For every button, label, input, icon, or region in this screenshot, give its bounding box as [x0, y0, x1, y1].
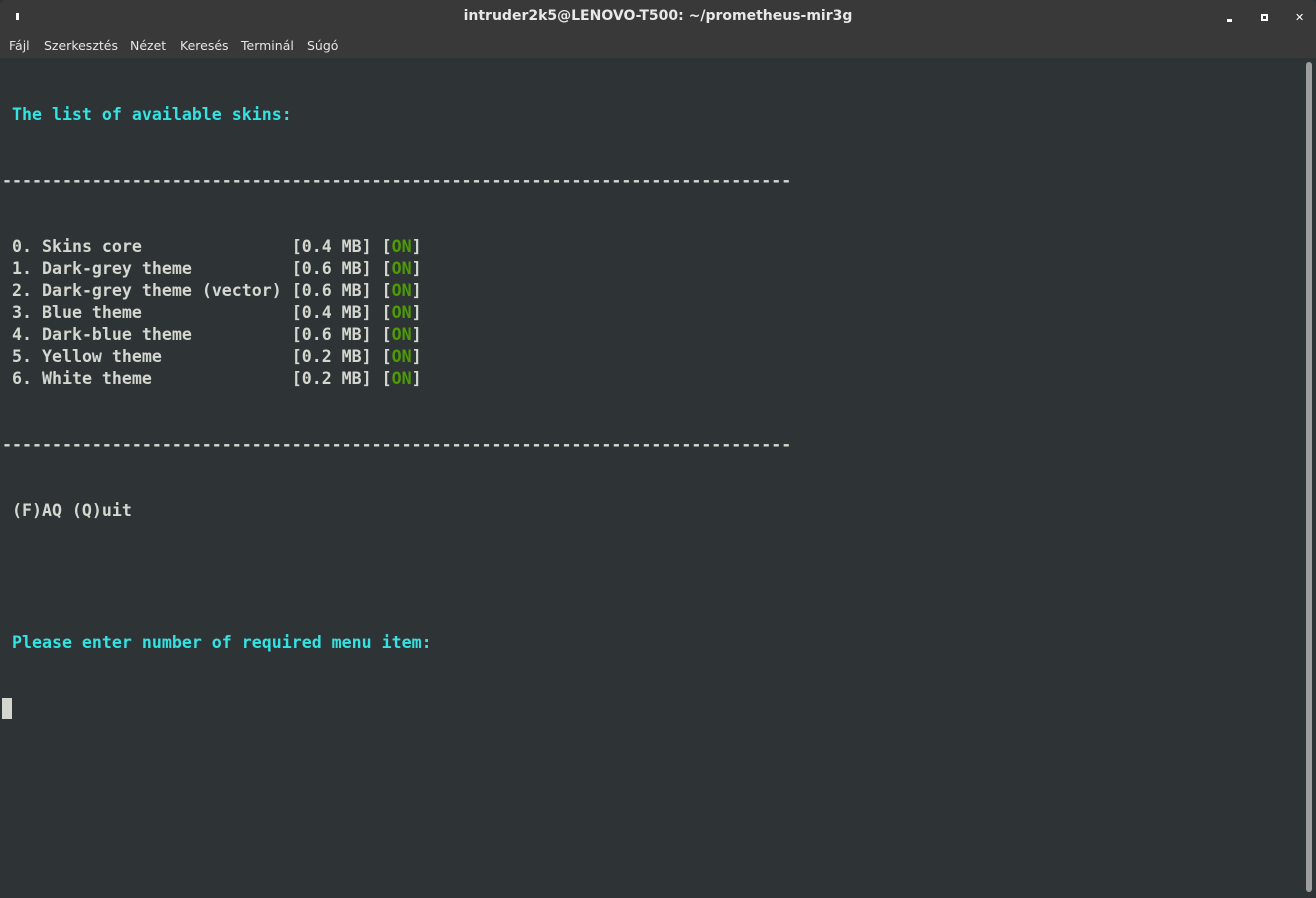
maximize-icon[interactable]: [1261, 14, 1268, 21]
scrollbar[interactable]: [1306, 62, 1312, 892]
menu-edit[interactable]: Szerkesztés: [44, 38, 118, 53]
menu-help[interactable]: Súgó: [307, 38, 338, 53]
menu-search[interactable]: Keresés: [180, 38, 229, 53]
close-icon[interactable]: ✕: [1295, 12, 1305, 23]
skin-row: 0. Skins core [0.4 MB] [ON]: [12, 237, 422, 256]
window-title: intruder2k5@LENOVO-T500: ~/prometheus-mi…: [463, 8, 853, 24]
skin-number: 0.: [12, 237, 32, 256]
skin-size: [0.4 MB]: [291, 303, 372, 322]
skin-status: ON: [391, 303, 412, 322]
skin-status: ON: [391, 237, 412, 256]
skin-status: ON: [391, 281, 412, 300]
skin-number: 3.: [12, 303, 32, 322]
skin-size: [0.6 MB]: [291, 259, 372, 278]
skin-size: [0.2 MB]: [291, 369, 372, 388]
skin-status: ON: [391, 369, 412, 388]
heading: The list of available skins:: [2, 105, 292, 124]
skin-name: Blue theme: [41, 303, 142, 322]
separator: ----------------------------------------…: [2, 435, 792, 454]
skin-name: Yellow theme: [41, 347, 162, 366]
skin-size: [0.4 MB]: [291, 237, 372, 256]
skin-row: 4. Dark-blue theme [0.6 MB] [ON]: [12, 325, 422, 344]
skin-row: 2. Dark-grey theme (vector) [0.6 MB] [ON]: [12, 281, 422, 300]
skin-name: Dark-grey theme (vector): [41, 281, 282, 300]
menu-bar: Fájl Szerkesztés Nézet Keresés Terminál …: [0, 35, 1316, 58]
skin-row: 3. Blue theme [0.4 MB] [ON]: [12, 303, 422, 322]
skin-status: ON: [391, 259, 412, 278]
skin-name: Dark-grey theme: [41, 259, 192, 278]
cursor: [2, 698, 12, 719]
skin-size: [0.2 MB]: [291, 347, 372, 366]
skin-name: Dark-blue theme: [41, 325, 192, 344]
skin-name: Skins core: [41, 237, 142, 256]
skin-number: 2.: [12, 281, 32, 300]
skin-size: [0.6 MB]: [291, 325, 372, 344]
menu-view[interactable]: Nézet: [130, 38, 166, 53]
skin-size: [0.6 MB]: [291, 281, 372, 300]
skin-status: ON: [391, 347, 412, 366]
prompt: Please enter number of required menu ite…: [2, 633, 432, 652]
skin-number: 6.: [12, 369, 32, 388]
skin-status: ON: [391, 325, 412, 344]
skin-number: 1.: [12, 259, 32, 278]
skin-row: 5. Yellow theme [0.2 MB] [ON]: [12, 347, 422, 366]
terminal-output[interactable]: The list of available skins: -----------…: [2, 60, 791, 742]
minimize-icon[interactable]: [1227, 19, 1232, 22]
menu-terminal[interactable]: Terminál: [241, 38, 294, 53]
menu-file[interactable]: Fájl: [9, 38, 30, 53]
skin-number: 4.: [12, 325, 32, 344]
separator: ----------------------------------------…: [2, 171, 792, 190]
skin-row: 1. Dark-grey theme [0.6 MB] [ON]: [12, 259, 422, 278]
skin-name: White theme: [41, 369, 152, 388]
skin-row: 6. White theme [0.2 MB] [ON]: [12, 369, 422, 388]
skin-number: 5.: [12, 347, 32, 366]
options-line: (F)AQ (Q)uit: [2, 501, 132, 520]
title-bar: intruder2k5@LENOVO-T500: ~/prometheus-mi…: [0, 0, 1316, 35]
